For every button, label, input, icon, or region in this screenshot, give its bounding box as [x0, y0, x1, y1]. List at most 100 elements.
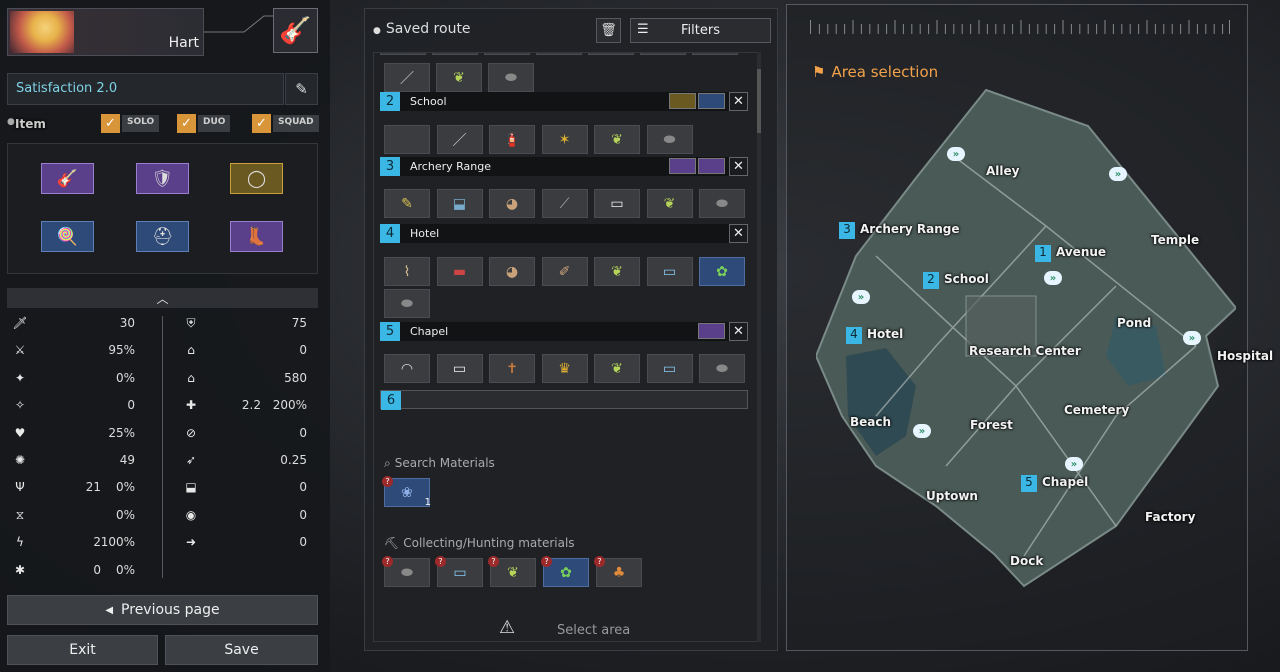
- close-icon[interactable]: ✕: [729, 92, 748, 111]
- feather-icon[interactable]: ✐: [541, 257, 588, 286]
- route-section-header[interactable]: 2 School ✕: [380, 92, 748, 111]
- equip-weapon-guitar-icon[interactable]: 🎸: [41, 163, 94, 194]
- route-item[interactable]: [536, 53, 582, 55]
- route-item[interactable]: [692, 53, 738, 55]
- trash-icon[interactable]: 🗑: [596, 18, 621, 43]
- scrollbar-thumb[interactable]: [757, 69, 761, 133]
- route-item[interactable]: [484, 53, 530, 55]
- bag-icon[interactable]: ◕: [489, 257, 535, 286]
- stone-material[interactable]: ? ⬬: [382, 556, 430, 587]
- route-item[interactable]: [588, 53, 634, 55]
- stone-icon[interactable]: ⬬: [488, 63, 534, 92]
- hyperloop-icon[interactable]: »: [1044, 271, 1062, 285]
- hyperloop-icon[interactable]: »: [913, 424, 931, 438]
- item-grade-badge[interactable]: [698, 323, 725, 339]
- cross-icon[interactable]: ✝: [489, 354, 535, 383]
- filters-button[interactable]: ☰ Filters: [630, 18, 771, 43]
- area-hospital[interactable]: Hospital: [1217, 349, 1273, 363]
- area-forest[interactable]: Forest: [970, 418, 1013, 432]
- scroll-icon[interactable]: ⌇: [384, 257, 430, 286]
- route-list[interactable]: ／ ❦ ⬬ ⌕ Search Materials ? ❀ 1 ⛏ Collectin…: [373, 52, 759, 642]
- area-archery-range[interactable]: 3 Archery Range: [839, 222, 960, 239]
- herb-material[interactable]: ? ❦: [488, 556, 536, 587]
- stone-icon[interactable]: ⬬: [646, 125, 693, 154]
- item-grade-badge[interactable]: [698, 93, 725, 109]
- close-icon[interactable]: ✕: [729, 224, 748, 243]
- bottle-icon[interactable]: ▭: [646, 257, 693, 286]
- collapse-stats-button[interactable]: ︿: [7, 288, 318, 308]
- trophy-icon[interactable]: ♛: [541, 354, 588, 383]
- area-hotel[interactable]: 4 Hotel: [846, 327, 903, 344]
- shoe-icon[interactable]: ⬓: [436, 189, 483, 218]
- route-item[interactable]: [640, 53, 686, 55]
- character-card[interactable]: Hart: [7, 8, 204, 56]
- area-beach[interactable]: Beach: [850, 415, 891, 429]
- fan-icon[interactable]: ◠: [384, 354, 430, 383]
- area-alley[interactable]: Alley: [986, 164, 1019, 178]
- hyperloop-icon[interactable]: »: [1065, 457, 1083, 471]
- area-pond[interactable]: Pond: [1117, 316, 1151, 330]
- area-uptown[interactable]: Uptown: [926, 489, 978, 503]
- stone-icon[interactable]: ⬬: [699, 189, 745, 218]
- bottle-icon[interactable]: ▭: [646, 354, 693, 383]
- area-factory[interactable]: Factory: [1145, 510, 1195, 524]
- route-section-header[interactable]: 6: [380, 390, 748, 410]
- exit-button[interactable]: Exit: [7, 635, 158, 665]
- area-temple[interactable]: Temple: [1151, 233, 1199, 247]
- paper-icon[interactable]: ▭: [594, 189, 640, 218]
- gun-icon[interactable]: ▬: [436, 257, 483, 286]
- item-grade-badge[interactable]: [698, 158, 725, 174]
- item-grade-badge[interactable]: [669, 93, 696, 109]
- equip-mace-icon[interactable]: 🍭: [41, 221, 94, 252]
- herb-icon[interactable]: ❦: [594, 257, 640, 286]
- duo-toggle[interactable]: ✓ DUO: [177, 114, 231, 133]
- needle-icon[interactable]: ⟋: [541, 189, 588, 218]
- area-avenue[interactable]: 1 Avenue: [1035, 245, 1106, 262]
- bottle-material[interactable]: ? ▭: [435, 556, 483, 587]
- search-material-item[interactable]: ? ❀ 1: [382, 476, 431, 508]
- gold-dark-icon[interactable]: ✶: [541, 125, 588, 154]
- route-section-header[interactable]: 4 Hotel ✕: [380, 224, 748, 243]
- route-item[interactable]: [432, 53, 478, 55]
- equip-boots-icon[interactable]: 👢: [230, 221, 283, 252]
- item-grade-badge[interactable]: [669, 158, 696, 174]
- area-school[interactable]: 2 School: [923, 272, 989, 289]
- squad-toggle[interactable]: ✓ SQUAD: [252, 114, 319, 133]
- stone-icon[interactable]: ⬬: [384, 289, 430, 318]
- herb-icon[interactable]: ❦: [594, 125, 640, 154]
- area-cemetery[interactable]: Cemetery: [1064, 403, 1129, 417]
- save-button[interactable]: Save: [165, 635, 318, 665]
- area-research-center[interactable]: Research Center: [969, 344, 1081, 358]
- route-section-header[interactable]: 3 Archery Range ✕: [380, 157, 748, 176]
- equip-wreath-icon[interactable]: ◯: [230, 163, 283, 194]
- herb-icon[interactable]: ❦: [646, 189, 693, 218]
- hyperloop-icon[interactable]: »: [1109, 167, 1127, 181]
- bag-icon[interactable]: ◕: [489, 189, 535, 218]
- hyperloop-icon[interactable]: »: [1183, 331, 1201, 345]
- edit-icon[interactable]: ✎: [285, 73, 318, 105]
- fur-material[interactable]: ? ♣: [594, 556, 642, 587]
- pipe-icon[interactable]: ／: [436, 125, 483, 154]
- stone-icon[interactable]: ⬬: [699, 354, 745, 383]
- paper-icon[interactable]: ▭: [436, 354, 483, 383]
- solo-toggle[interactable]: ✓ SOLO: [101, 114, 160, 133]
- dagger-icon[interactable]: 🧯: [489, 125, 535, 154]
- hyperloop-icon[interactable]: »: [852, 290, 870, 304]
- previous-page-button[interactable]: ◀ Previous page: [7, 595, 318, 625]
- equip-armor-icon[interactable]: 🛡: [136, 163, 189, 194]
- herb-icon[interactable]: ❦: [594, 354, 640, 383]
- route-section-header[interactable]: 5 Chapel ✕: [380, 322, 748, 341]
- hyperloop-icon[interactable]: »: [947, 147, 965, 161]
- close-icon[interactable]: ✕: [729, 322, 748, 341]
- herb-icon[interactable]: ❦: [436, 63, 482, 92]
- route-name-field[interactable]: Satisfaction 2.0: [7, 73, 284, 105]
- area-dock[interactable]: Dock: [1010, 554, 1043, 568]
- guitar-icon[interactable]: 🎸: [273, 8, 318, 53]
- equip-helmet-icon[interactable]: ⛑: [136, 221, 189, 252]
- route-item[interactable]: [380, 53, 426, 55]
- pipe-icon[interactable]: ／: [384, 63, 430, 92]
- blue-dark-icon[interactable]: [384, 125, 430, 154]
- close-icon[interactable]: ✕: [729, 157, 748, 176]
- area-chapel[interactable]: 5 Chapel: [1021, 475, 1088, 492]
- pen-icon[interactable]: ✎: [384, 189, 430, 218]
